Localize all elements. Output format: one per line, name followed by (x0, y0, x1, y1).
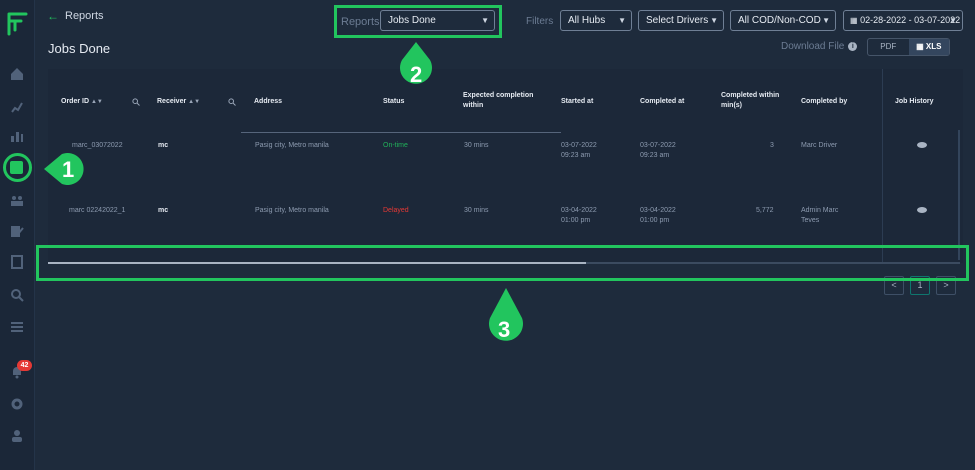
cod-value: All COD/Non-COD (738, 15, 821, 26)
chevron-down-icon: ▼ (949, 16, 957, 25)
started-date-cell: 03-04-2022 (561, 207, 597, 214)
date-range-picker[interactable]: ▦ 02-28-2022 - 03-07-2022 ▼ (843, 10, 963, 31)
back-label: Reports (65, 10, 104, 22)
search-icon[interactable] (228, 98, 236, 106)
info-icon[interactable]: i (848, 42, 858, 51)
address-cell: Pasig city, Metro manila (255, 207, 329, 214)
hubs-value: All Hubs (568, 15, 606, 26)
app-logo-icon[interactable] (6, 10, 30, 36)
column-header-status[interactable]: Status (383, 97, 404, 107)
route-icon[interactable] (10, 100, 24, 114)
search-icon[interactable] (132, 98, 140, 106)
vertical-scrollbar[interactable] (958, 130, 960, 260)
eye-icon[interactable] (917, 207, 927, 213)
drivers-value: Select Drivers (646, 15, 709, 26)
annotation-box-2 (334, 5, 502, 38)
edit-icon[interactable] (10, 224, 24, 238)
filters-label: Filters (526, 16, 554, 27)
page-title: Jobs Done (48, 41, 111, 56)
sort-icon[interactable]: ▲▼ (91, 99, 103, 105)
completed-date-cell: 03-04-2022 (640, 207, 676, 214)
column-header-completed-within[interactable]: Completed within min(s) (721, 91, 783, 111)
sidebar: 42 (0, 0, 35, 470)
completed-by-cell: Marc Driver (801, 142, 838, 149)
expected-cell: 30 mins (464, 207, 489, 214)
column-header-address[interactable]: Address (254, 97, 282, 107)
address-cell: Pasig city, Metro manila (255, 142, 329, 149)
home-icon[interactable] (10, 67, 24, 81)
column-header-receiver[interactable]: Receiver ▲▼ (157, 97, 200, 107)
annotation-number-3: 3 (498, 317, 511, 342)
annotation-number-2: 2 (410, 62, 423, 87)
eye-icon[interactable] (917, 142, 927, 148)
download-label: Download File (781, 41, 845, 52)
cod-select[interactable]: All COD/Non-COD ▼ (730, 10, 836, 31)
column-header-completed-by[interactable]: Completed by (801, 97, 847, 107)
annotation-number-1: 1 (62, 157, 75, 182)
xls-button[interactable]: ▦ XLS (908, 39, 949, 55)
reports-document-icon[interactable] (10, 161, 23, 174)
list-doc-icon[interactable] (10, 255, 24, 269)
team-icon[interactable] (10, 193, 24, 207)
receiver-cell: mc (158, 207, 169, 214)
chevron-down-icon: ▼ (822, 16, 830, 25)
completed-time-cell: 01:00 pm (640, 217, 670, 224)
completed-by-cell: Admin Marc (801, 207, 839, 214)
list-icon[interactable] (10, 320, 24, 334)
status-cell: Delayed (383, 207, 409, 214)
column-header-job-history[interactable]: Job History (895, 97, 934, 107)
column-header-started-at[interactable]: Started at (561, 97, 593, 107)
drivers-select[interactable]: Select Drivers ▼ (638, 10, 724, 31)
xls-label: XLS (925, 42, 942, 51)
arrow-left-icon: ← (47, 9, 59, 23)
back-link[interactable]: ← Reports (47, 9, 104, 23)
download-file: Download File i (781, 41, 858, 52)
user-icon[interactable] (10, 429, 24, 443)
order-id-cell: marc 02242022_1 (69, 207, 126, 214)
chart-icon[interactable] (10, 129, 24, 143)
expected-cell: 30 mins (464, 142, 489, 149)
started-time-cell: 01:00 pm (561, 217, 591, 224)
column-header-completed-at[interactable]: Completed at (640, 97, 684, 107)
settings-icon[interactable] (10, 397, 24, 411)
started-time-cell: 09:23 am (561, 152, 591, 159)
pdf-button[interactable]: PDF (868, 39, 909, 55)
order-id-cell: marc_03072022 (72, 142, 123, 149)
date-range-value: 02-28-2022 - 03-07-2022 (860, 15, 961, 25)
column-header-expected[interactable]: Expected completion within (463, 91, 538, 111)
receiver-cell: mc (158, 142, 169, 149)
completed-by-cell-line2: Teves (801, 217, 820, 224)
sort-icon[interactable]: ▲▼ (188, 99, 200, 105)
search-icon[interactable] (10, 288, 24, 302)
annotation-box-3 (36, 245, 969, 281)
hubs-select[interactable]: All Hubs ▼ (560, 10, 632, 31)
chevron-down-icon: ▼ (618, 16, 626, 25)
calendar-icon: ▦ (850, 16, 858, 25)
header-divider (241, 132, 561, 133)
completed-time-cell: 09:23 am (640, 152, 670, 159)
status-cell: On-time (383, 142, 408, 149)
table-icon: ▦ (916, 42, 926, 51)
column-header-order-id[interactable]: Order ID ▲▼ (61, 97, 103, 107)
chevron-down-icon: ▼ (710, 16, 718, 25)
within-cell: 3 (770, 142, 774, 149)
format-toggle: PDF ▦ XLS (867, 38, 950, 56)
within-cell: 5,772 (756, 207, 774, 214)
completed-date-cell: 03-07-2022 (640, 142, 676, 149)
sticky-column-divider (882, 69, 883, 263)
jobs-table: Order ID ▲▼ Receiver ▲▼ Address Status E… (48, 69, 963, 263)
started-date-cell: 03-07-2022 (561, 142, 597, 149)
notification-badge: 42 (17, 360, 32, 371)
